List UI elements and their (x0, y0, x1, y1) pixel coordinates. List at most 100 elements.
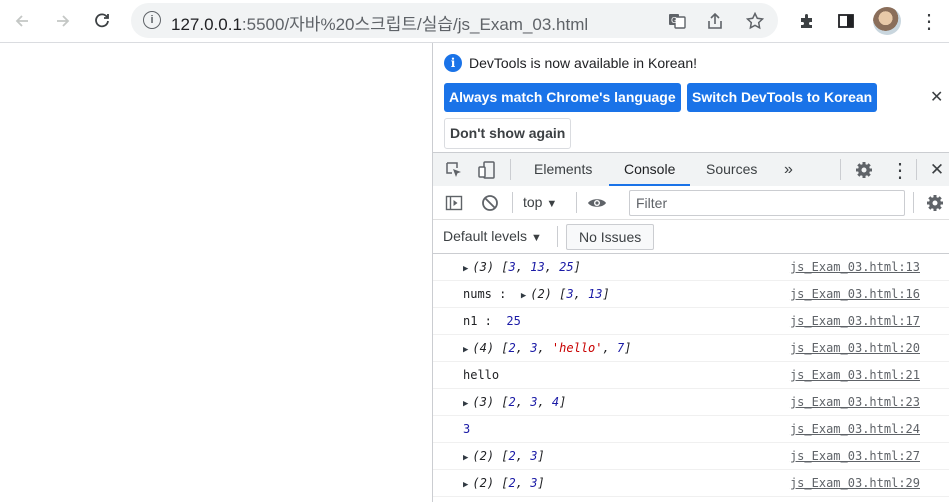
array-preview[interactable]: (2) [3, 13] (530, 287, 610, 301)
array-item: 2 (508, 449, 516, 463)
array-item: 2 (508, 476, 516, 490)
array-item: 3 (530, 476, 538, 490)
divider (512, 192, 513, 213)
menu-icon[interactable]: ⋮ (915, 7, 943, 35)
close-icon[interactable]: ✕ (930, 87, 943, 107)
console-message[interactable]: ▶ (2) [2, 3] js_Exam_03.html:29 (433, 470, 949, 497)
tab-elements[interactable]: Elements (519, 153, 607, 186)
dropdown-arrow-icon: ▼ (530, 232, 542, 244)
console-message-text: ▶ (2) [2, 3] (463, 449, 545, 463)
more-tabs-button[interactable]: » (769, 153, 808, 186)
divider (916, 159, 917, 180)
devtools-panel: i DevTools is now available in Korean! A… (432, 43, 949, 502)
source-link[interactable]: js_Exam_03.html:21 (790, 368, 920, 382)
forward-icon[interactable] (49, 7, 77, 35)
console-log: ▶ (3) [3, 13, 25] js_Exam_03.html:13 nums :… (433, 254, 949, 497)
svg-text:G: G (671, 16, 677, 25)
array-item: 3 (530, 449, 538, 463)
array-preview[interactable]: (3) [3, 13, 25] (472, 260, 580, 274)
source-link[interactable]: js_Exam_03.html:13 (790, 260, 920, 274)
number-value: 25 (506, 314, 521, 328)
default-levels-label: Default levels (443, 228, 528, 244)
expand-triangle-icon[interactable]: ▶ (463, 453, 468, 463)
dont-show-again-button[interactable]: Don't show again (444, 118, 572, 149)
console-message-text: ▶ (3) [2, 3, 4] (463, 395, 566, 409)
expand-triangle-icon[interactable]: ▶ (463, 345, 468, 355)
devtools-tabbar: Elements Console Sources » ⋮ ✕ (433, 152, 949, 187)
expand-triangle-icon[interactable]: ▶ (463, 264, 468, 274)
array-item: 'hello' (551, 341, 603, 355)
context-label: top (523, 194, 543, 210)
switch-to-korean-button[interactable]: Switch DevTools to Korean (687, 83, 878, 112)
star-icon[interactable] (743, 9, 767, 33)
close-devtools-icon[interactable]: ✕ (926, 159, 948, 181)
tab-console[interactable]: Console (609, 153, 691, 186)
console-message-text: nums : ▶ (2) [3, 13] (463, 287, 610, 301)
array-preview[interactable]: (2) [2, 3] (472, 476, 544, 490)
console-message[interactable]: ▶ (2) [2, 3] js_Exam_03.html:27 (433, 443, 949, 470)
source-link[interactable]: js_Exam_03.html:17 (790, 314, 920, 328)
sidepanel-icon[interactable] (832, 7, 860, 35)
always-match-language-button[interactable]: Always match Chrome's language (444, 83, 681, 112)
back-icon[interactable] (8, 7, 36, 35)
array-item: 3 (530, 395, 538, 409)
source-link[interactable]: js_Exam_03.html:27 (790, 449, 920, 463)
address-bar[interactable]: i 127.0.0.1:5500/자바%20스크립트/실습/js_Exam_03… (131, 3, 778, 38)
console-message[interactable]: ▶ (3) [2, 3, 4] js_Exam_03.html:23 (433, 389, 949, 416)
array-item: 7 (616, 341, 625, 355)
array-preview[interactable]: (2) [2, 3] (472, 449, 544, 463)
array-item: 13 (588, 287, 603, 301)
context-selector[interactable]: top ▼ (523, 194, 557, 210)
console-settings-icon[interactable] (924, 192, 946, 214)
web-page (0, 43, 432, 502)
sidebar-toggle-icon[interactable] (443, 192, 465, 214)
tab-sources[interactable]: Sources (691, 153, 772, 186)
avatar[interactable] (873, 7, 901, 35)
array-item: 4 (551, 395, 560, 409)
number-value: 3 (463, 422, 471, 436)
array-item: 2 (508, 341, 516, 355)
expand-triangle-icon[interactable]: ▶ (463, 480, 468, 490)
console-message[interactable]: nums : ▶ (2) [3, 13] js_Exam_03.html:16 (433, 281, 949, 308)
url-text[interactable]: 127.0.0.1:5500/자바%20스크립트/실습/js_Exam_03.h… (171, 10, 588, 35)
divider (913, 192, 914, 213)
source-link[interactable]: js_Exam_03.html:20 (790, 341, 920, 355)
array-preview[interactable]: (4) [2, 3, 'hello', 7] (472, 341, 631, 355)
source-link[interactable]: js_Exam_03.html:24 (790, 422, 920, 436)
device-toggle-icon[interactable] (476, 159, 498, 181)
console-message-text: 3 (463, 422, 470, 436)
console-message: 3 js_Exam_03.html:24 (433, 416, 949, 443)
array-item: 3 (566, 287, 574, 301)
array-item: 3 (530, 341, 538, 355)
live-expression-eye-icon[interactable] (586, 192, 608, 214)
extensions-icon[interactable] (793, 7, 821, 35)
array-item: 2 (508, 395, 516, 409)
console-message[interactable]: ▶ (4) [2, 3, 'hello', 7] js_Exam_03.html:2… (433, 335, 949, 362)
clear-console-icon[interactable] (479, 192, 501, 214)
filter-input[interactable]: Filter (629, 190, 905, 216)
message-prefix: hello (463, 368, 500, 382)
default-levels-dropdown[interactable]: Default levels ▼ (443, 228, 542, 244)
translate-icon[interactable]: G (665, 9, 689, 33)
divider (510, 159, 511, 180)
inspect-icon[interactable] (443, 159, 465, 181)
expand-triangle-icon[interactable]: ▶ (463, 399, 468, 409)
no-issues-button[interactable]: No Issues (566, 224, 655, 250)
expand-triangle-icon[interactable]: ▶ (521, 291, 526, 301)
array-preview[interactable]: (3) [2, 3, 4] (472, 395, 566, 409)
info-icon[interactable]: i (143, 11, 161, 29)
console-message-text: ▶ (3) [3, 13, 25] (463, 260, 581, 274)
share-icon[interactable] (703, 9, 727, 33)
message-prefix: n1 : (463, 314, 507, 328)
array-item: 25 (559, 260, 574, 274)
settings-icon[interactable] (853, 159, 875, 181)
source-link[interactable]: js_Exam_03.html:29 (790, 476, 920, 490)
source-link[interactable]: js_Exam_03.html:23 (790, 395, 920, 409)
console-message[interactable]: ▶ (3) [3, 13, 25] js_Exam_03.html:13 (433, 254, 949, 281)
divider (840, 159, 841, 180)
language-banner: i DevTools is now available in Korean! A… (433, 43, 949, 152)
more-options-icon[interactable]: ⋮ (889, 159, 911, 182)
console-toolbar: top ▼ Filter (433, 186, 949, 220)
reload-icon[interactable] (88, 7, 116, 35)
source-link[interactable]: js_Exam_03.html:16 (790, 287, 920, 301)
